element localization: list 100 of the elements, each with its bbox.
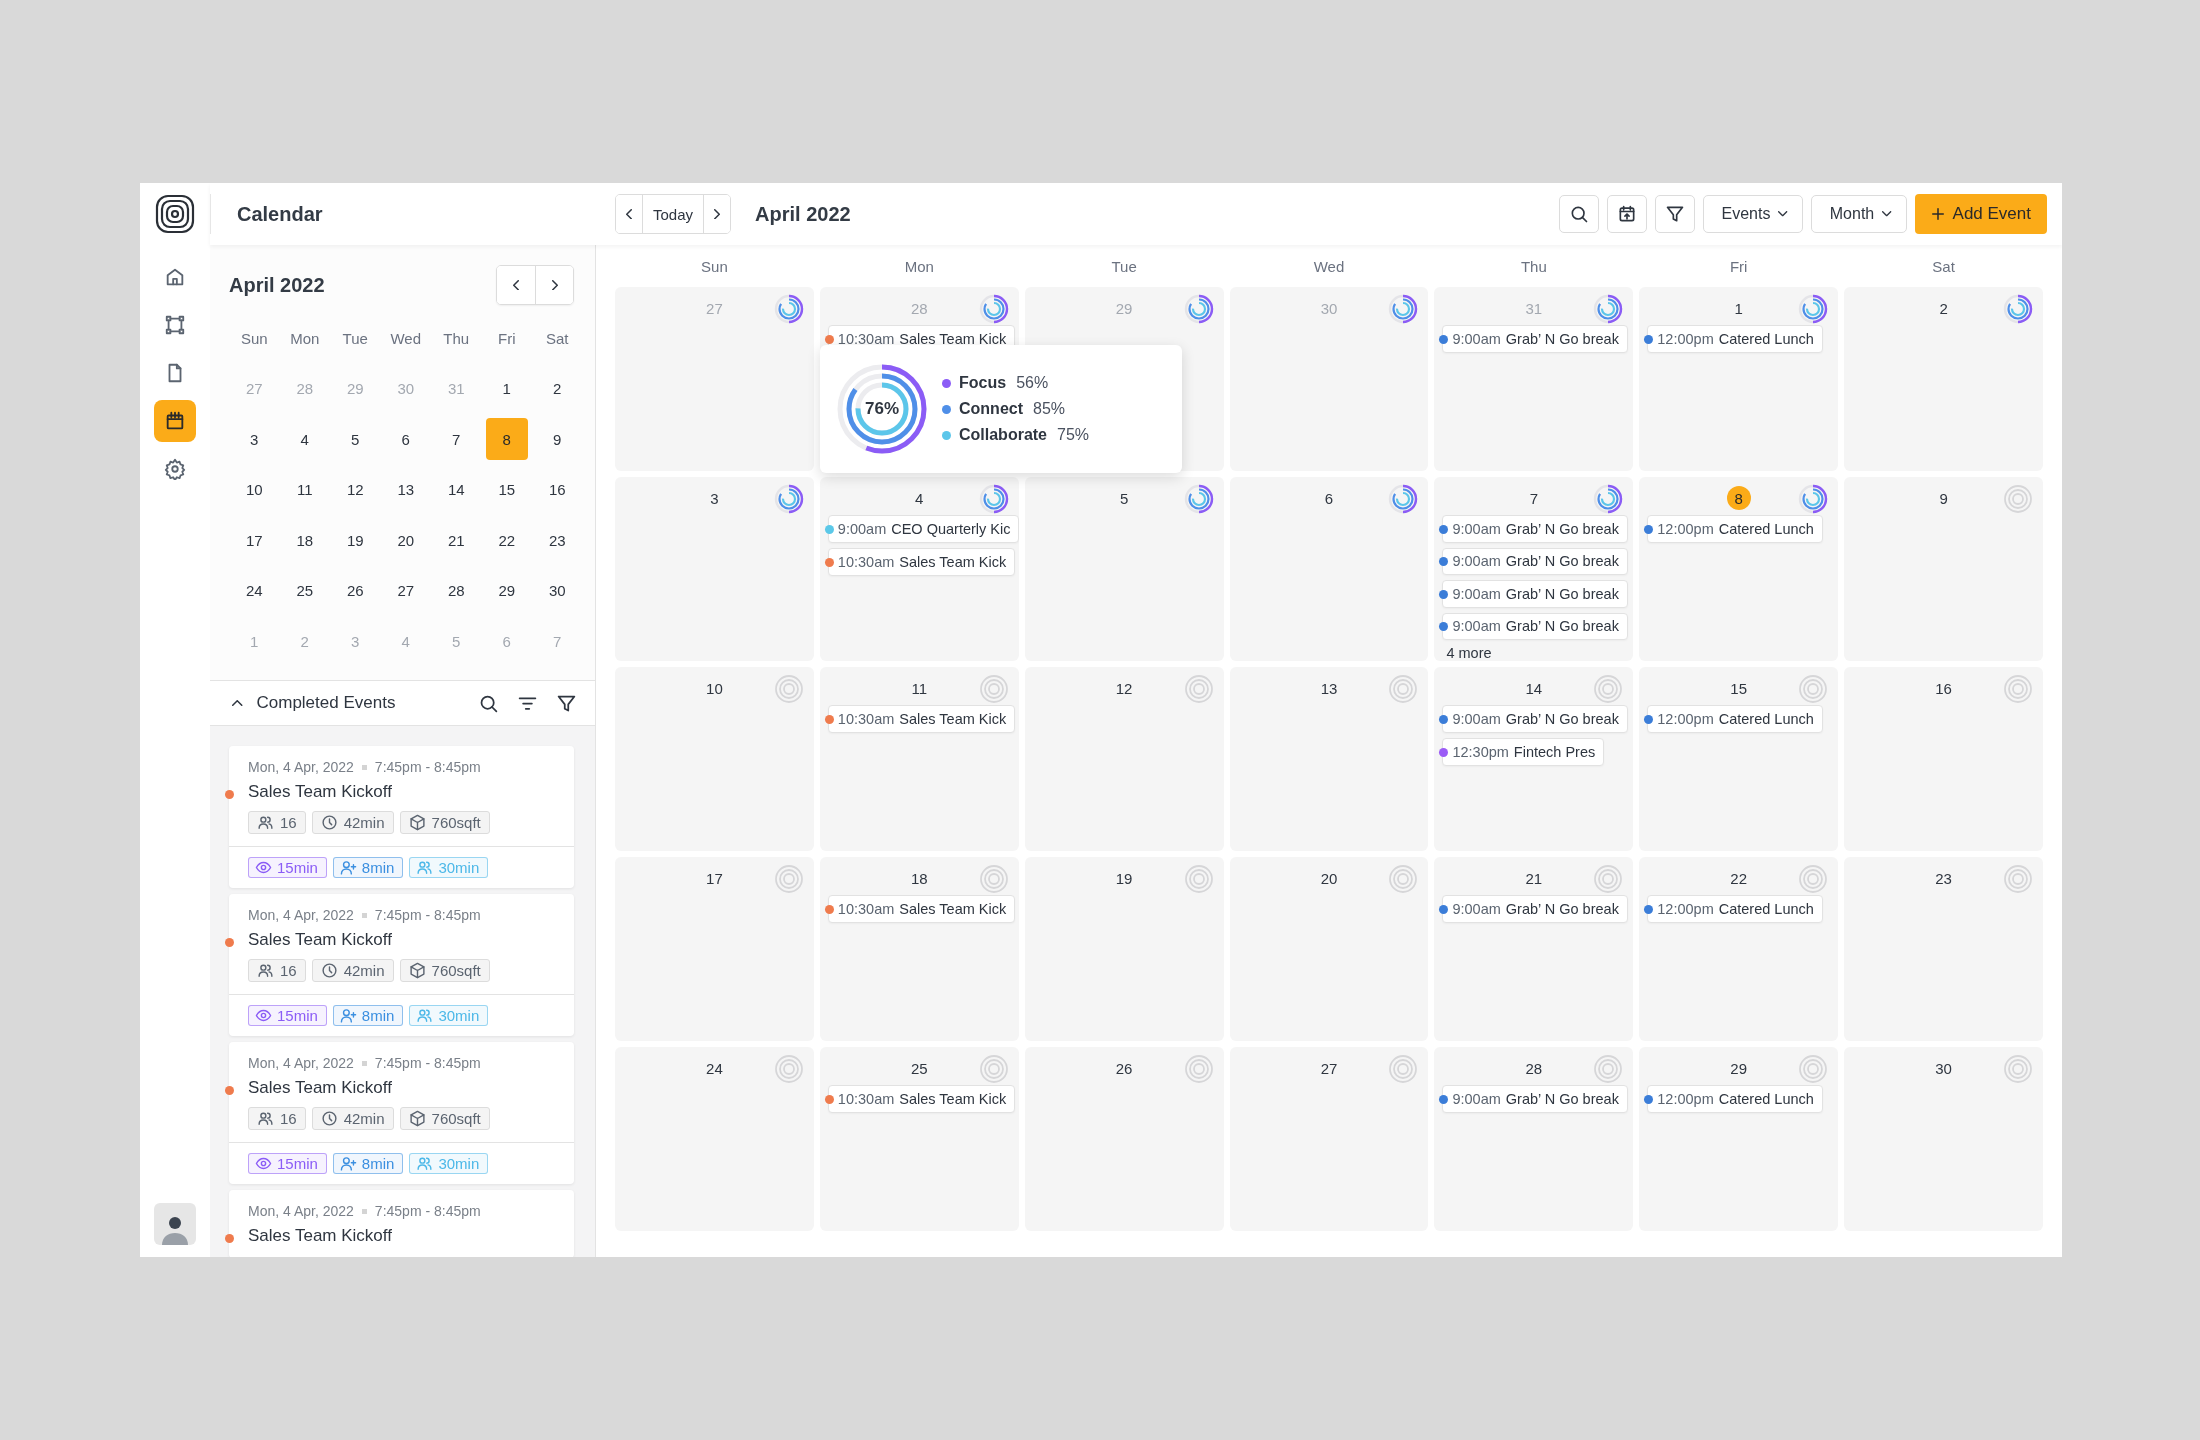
event-chip[interactable]: 10:30am Sales Team Kick — [827, 1085, 1016, 1113]
day-button[interactable]: 12 — [334, 468, 377, 511]
day-cell[interactable]: 3 — [615, 477, 814, 661]
day-button[interactable]: 1 — [485, 367, 528, 410]
day-button[interactable]: 2 — [536, 367, 579, 410]
day-cell[interactable]: 20 — [1229, 857, 1429, 1041]
day-cell[interactable]: 10 — [615, 667, 814, 851]
event-chip[interactable]: 12:00pm Catered Lunch — [1647, 895, 1823, 923]
event-chip[interactable]: 10:30am Sales Team Kick — [827, 548, 1016, 576]
event-chip[interactable]: 9:00am Grab’ N Go break — [1442, 612, 1628, 640]
day-button[interactable]: 24 — [233, 569, 276, 612]
score-ring-icon[interactable] — [1798, 294, 1829, 324]
day-cell[interactable]: 29 12:00pm Catered Lunch — [1639, 1047, 1839, 1231]
event-chip[interactable]: 9:00am Grab’ N Go break — [1442, 325, 1628, 353]
event-chip[interactable]: 12:00pm Catered Lunch — [1647, 1085, 1823, 1113]
event-chip[interactable]: 10:30am Sales Team Kick — [827, 705, 1016, 733]
day-button[interactable]: 7 — [435, 418, 478, 461]
event-chip[interactable]: 12:00pm Catered Lunch — [1647, 705, 1823, 733]
day-cell[interactable]: 5 — [1024, 477, 1224, 661]
event-chip[interactable]: 12:30pm Fintech Pres — [1442, 738, 1605, 766]
event-chip[interactable]: 9:00am Grab’ N Go break — [1442, 895, 1628, 923]
day-button[interactable]: 21 — [435, 519, 478, 562]
day-button[interactable]: 23 — [536, 519, 579, 562]
score-ring-icon[interactable] — [1798, 484, 1829, 514]
event-chip[interactable]: 9:00am Grab’ N Go break — [1442, 547, 1628, 575]
day-cell[interactable]: 6 — [1229, 477, 1429, 661]
day-cell[interactable]: 1 12:00pm Catered Lunch — [1639, 287, 1839, 471]
day-button[interactable]: 18 — [283, 519, 326, 562]
more-link[interactable]: 4 more — [1442, 645, 1634, 661]
day-cell[interactable]: 12 — [1024, 667, 1224, 851]
day-button[interactable]: 9 — [536, 418, 579, 461]
avatar[interactable] — [154, 1203, 196, 1245]
view-dropdown[interactable]: Month — [1810, 195, 1907, 233]
day-button[interactable]: 26 — [334, 569, 377, 612]
day-cell[interactable]: 7 9:00am Grab’ N Go break 9:00am Grab’ N Go break 9:00am Grab’ N Go break 9:00am Grab’ N Go break 4 more — [1434, 477, 1634, 661]
event-chip[interactable]: 10:30am Sales Team Kick — [827, 895, 1016, 923]
day-cell[interactable]: 21 9:00am Grab’ N Go break — [1434, 857, 1634, 1041]
event-chip[interactable]: 9:00am Grab’ N Go break — [1442, 515, 1628, 543]
day-button[interactable]: 22 — [485, 519, 528, 562]
day-button[interactable]: 8 — [485, 418, 528, 461]
score-ring-icon[interactable] — [1388, 294, 1419, 324]
score-ring-icon[interactable] — [1183, 294, 1214, 324]
day-button[interactable]: 11 — [283, 468, 326, 511]
day-cell[interactable]: 11 10:30am Sales Team Kick — [819, 667, 1019, 851]
day-cell[interactable]: 2 — [1844, 287, 2043, 471]
event-chip[interactable]: 9:00am Grab’ N Go break — [1442, 1085, 1628, 1113]
score-ring-icon[interactable] — [1593, 294, 1624, 324]
day-button[interactable]: 16 — [536, 468, 579, 511]
day-button[interactable]: 25 — [283, 569, 326, 612]
add-event-button[interactable]: Add Event — [1914, 194, 2047, 234]
day-cell[interactable]: 22 12:00pm Catered Lunch — [1639, 857, 1839, 1041]
nav-button[interactable] — [154, 400, 196, 442]
score-ring-icon[interactable] — [1593, 484, 1624, 514]
day-cell[interactable]: 28 9:00am Grab’ N Go break — [1434, 1047, 1634, 1231]
score-ring-icon[interactable] — [2003, 294, 2033, 324]
day-button[interactable]: 29 — [485, 569, 528, 612]
day-cell[interactable]: 24 — [615, 1047, 814, 1231]
day-cell[interactable]: 17 — [615, 857, 814, 1041]
day-cell[interactable]: 18 10:30am Sales Team Kick — [819, 857, 1019, 1041]
day-cell[interactable]: 14 9:00am Grab’ N Go break 12:30pm Fintech Pres — [1434, 667, 1634, 851]
calendar-button[interactable] — [1606, 195, 1647, 233]
score-ring-icon[interactable] — [1183, 484, 1214, 514]
day-button[interactable]: 5 — [334, 418, 377, 461]
day-button[interactable]: 6 — [384, 418, 427, 461]
day-button[interactable]: 3 — [233, 418, 276, 461]
day-cell[interactable]: 19 — [1024, 857, 1224, 1041]
event-chip[interactable]: 9:00am Grab’ N Go break — [1442, 705, 1628, 733]
day-cell[interactable]: 4 9:00am CEO Quarterly Kic 10:30am Sales Team Kick — [819, 477, 1019, 661]
day-button[interactable]: 14 — [435, 468, 478, 511]
day-button[interactable]: 27 — [384, 569, 427, 612]
day-button[interactable]: 28 — [435, 569, 478, 612]
day-cell[interactable]: 25 10:30am Sales Team Kick — [819, 1047, 1019, 1231]
day-button[interactable]: 17 — [233, 519, 276, 562]
day-button[interactable]: 13 — [384, 468, 427, 511]
day-button[interactable]: 4 — [283, 418, 326, 461]
score-ring-icon[interactable] — [773, 484, 804, 514]
day-button[interactable]: 10 — [233, 468, 276, 511]
day-cell[interactable]: 13 — [1229, 667, 1429, 851]
day-cell[interactable]: 16 — [1844, 667, 2043, 851]
next-button[interactable] — [703, 195, 731, 233]
day-cell[interactable]: 26 — [1024, 1047, 1224, 1231]
day-cell[interactable]: 8 12:00pm Catered Lunch — [1639, 477, 1839, 661]
day-cell[interactable]: 31 9:00am Grab’ N Go break — [1434, 287, 1634, 471]
score-ring-icon[interactable] — [1388, 484, 1419, 514]
score-ring-icon[interactable] — [978, 484, 1009, 514]
score-ring-icon[interactable] — [773, 294, 804, 324]
day-cell[interactable]: 23 — [1844, 857, 2043, 1041]
event-chip[interactable]: 9:00am CEO Quarterly Kic — [827, 515, 1019, 543]
day-button[interactable]: 30 — [536, 569, 579, 612]
filter-button[interactable] — [1654, 195, 1695, 233]
event-chip[interactable]: 9:00am Grab’ N Go break — [1442, 580, 1628, 608]
event-chip[interactable]: 12:00pm Catered Lunch — [1647, 325, 1823, 353]
day-button[interactable]: 19 — [334, 519, 377, 562]
search-button[interactable] — [1558, 195, 1599, 233]
score-ring-icon[interactable] — [978, 294, 1009, 324]
day-button[interactable]: 20 — [384, 519, 427, 562]
events-dropdown[interactable]: Events — [1702, 195, 1803, 233]
day-cell[interactable]: 9 — [1844, 477, 2043, 661]
day-cell[interactable]: 27 — [1229, 1047, 1429, 1231]
day-cell[interactable]: 30 — [1844, 1047, 2043, 1231]
